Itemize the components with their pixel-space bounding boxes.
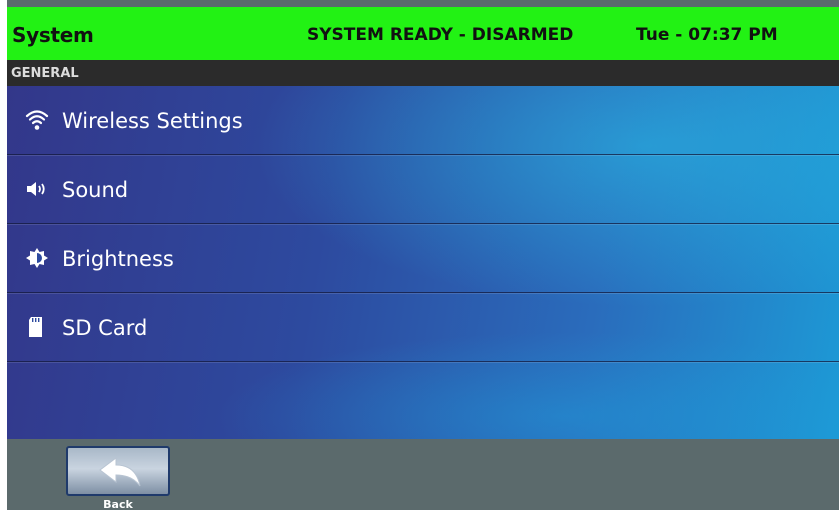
speaker-icon bbox=[25, 177, 49, 201]
settings-list: Wireless Settings Sound Brightness SD Ca… bbox=[7, 86, 839, 439]
page-title: System bbox=[12, 23, 94, 47]
back-button-label: Back bbox=[103, 498, 133, 510]
brightness-icon bbox=[25, 246, 49, 270]
menu-item-sd-card[interactable]: SD Card bbox=[7, 293, 839, 362]
menu-item-wireless-settings[interactable]: Wireless Settings bbox=[7, 86, 839, 155]
menu-item-sound[interactable]: Sound bbox=[7, 155, 839, 224]
section-header: GENERAL bbox=[7, 60, 839, 86]
menu-item-label: SD Card bbox=[62, 316, 148, 340]
sd-card-icon bbox=[25, 315, 49, 339]
clock-text: Tue - 07:37 PM bbox=[636, 25, 778, 45]
system-status-text: SYSTEM READY - DISARMED bbox=[307, 25, 574, 45]
menu-item-label: Brightness bbox=[62, 247, 174, 271]
bottom-bar: Back bbox=[7, 439, 839, 510]
left-edge-strip bbox=[0, 0, 7, 510]
app-window: System SYSTEM READY - DISARMED Tue - 07:… bbox=[0, 0, 839, 510]
back-button[interactable] bbox=[66, 446, 170, 496]
menu-item-label: Wireless Settings bbox=[62, 109, 243, 133]
menu-item-label: Sound bbox=[62, 178, 129, 202]
wifi-icon bbox=[25, 108, 49, 132]
menu-item-brightness[interactable]: Brightness bbox=[7, 224, 839, 293]
back-arrow-icon bbox=[99, 457, 141, 487]
status-bar: System SYSTEM READY - DISARMED Tue - 07:… bbox=[7, 7, 839, 60]
